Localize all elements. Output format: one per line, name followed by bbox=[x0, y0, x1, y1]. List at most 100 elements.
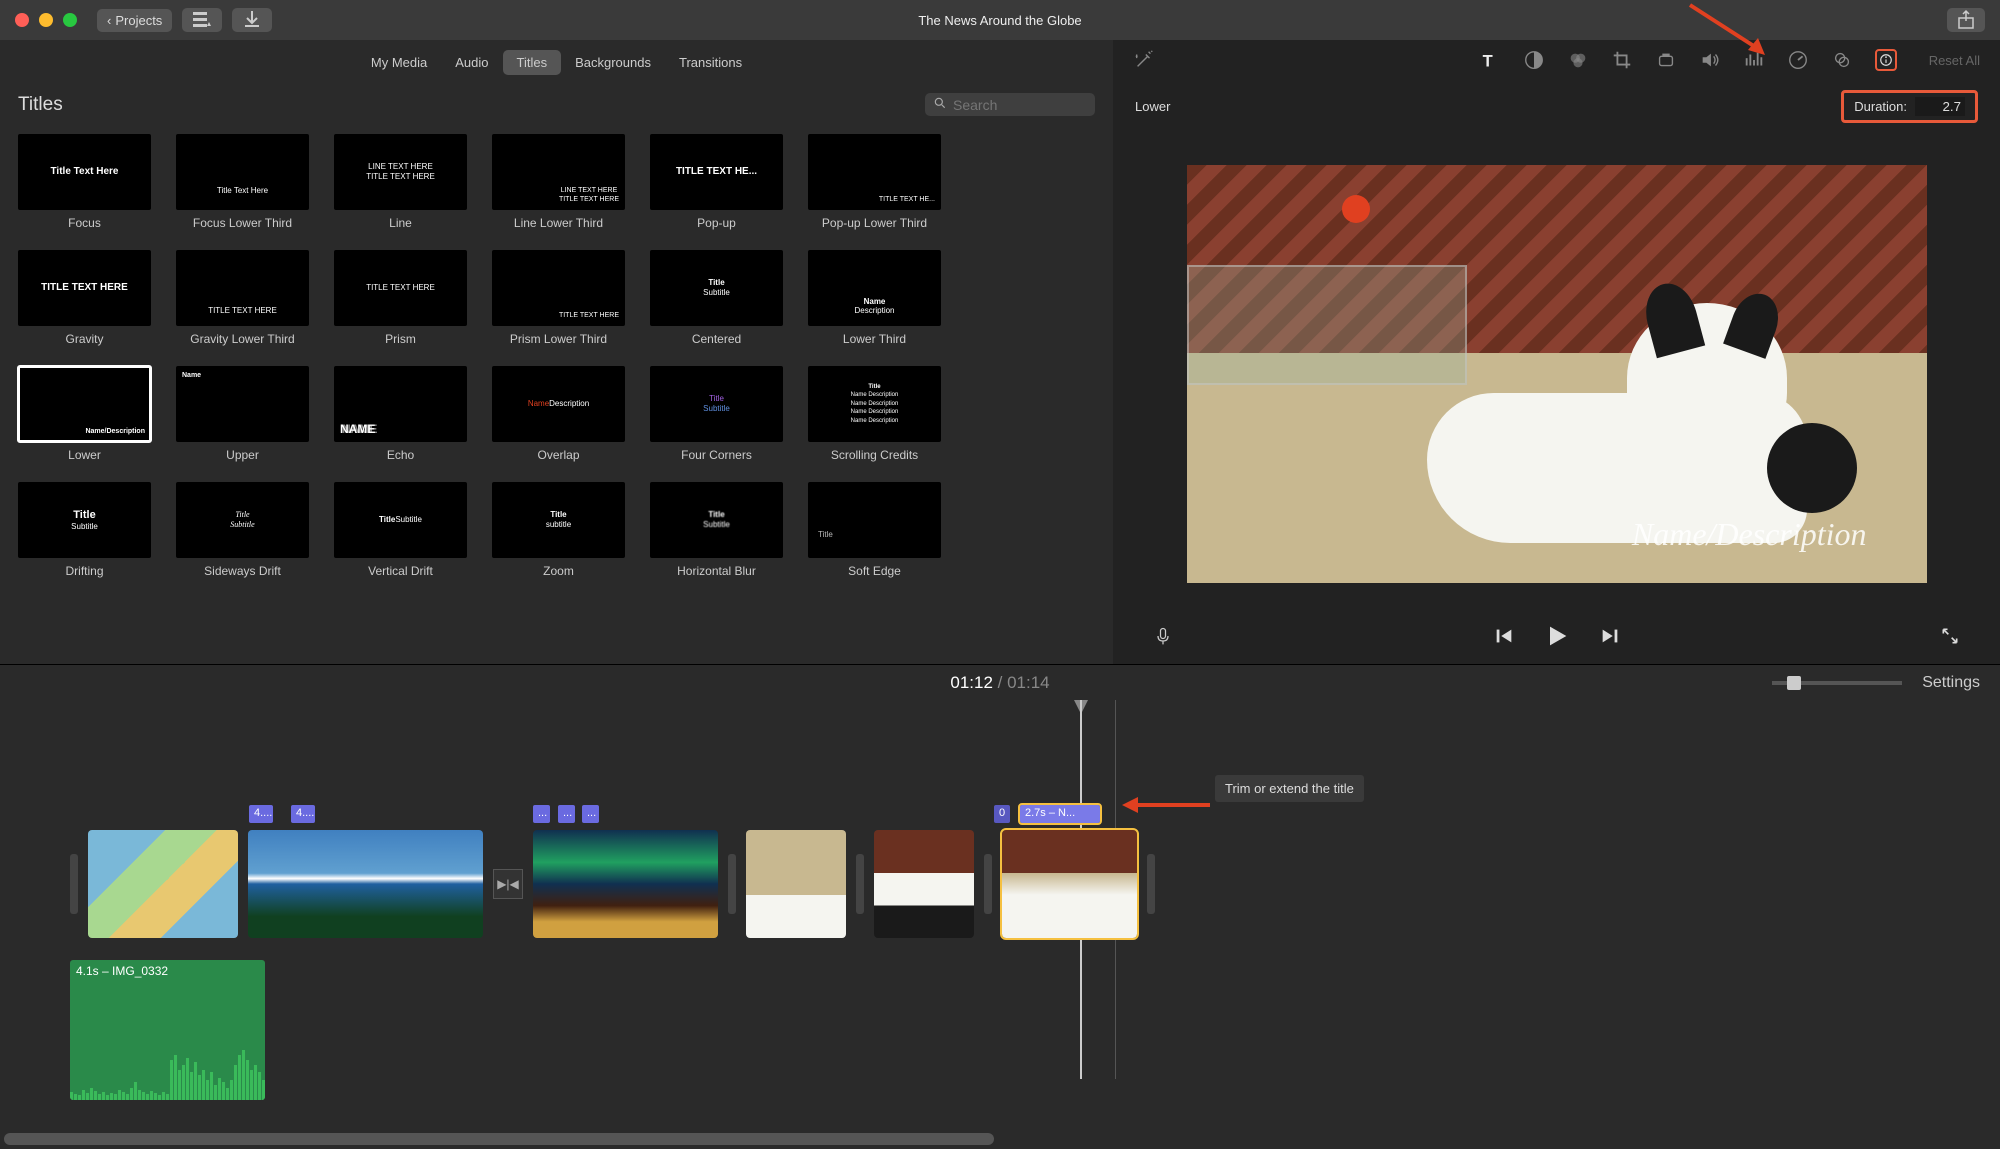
title-thumb[interactable]: TitleSubtitle bbox=[334, 482, 467, 558]
title-thumb[interactable]: TITLE TEXT HERE bbox=[492, 250, 625, 326]
title-card-pop-up[interactable]: TITLE TEXT HE...Pop-up bbox=[650, 134, 783, 230]
zoom-slider[interactable] bbox=[1772, 681, 1902, 685]
clip-dog-3-selected[interactable] bbox=[1002, 830, 1137, 938]
minimize-window-button[interactable] bbox=[39, 13, 53, 27]
timeline-settings-button[interactable]: Settings bbox=[1922, 674, 1980, 692]
text-inspector-icon[interactable]: T bbox=[1479, 49, 1501, 71]
title-clip-5[interactable]: ... bbox=[582, 805, 599, 823]
duration-input[interactable] bbox=[1915, 97, 1965, 116]
title-clip-3[interactable]: ... bbox=[533, 805, 550, 823]
clip-info-icon[interactable] bbox=[1875, 49, 1897, 71]
title-thumb[interactable]: TitleName DescriptionName DescriptionNam… bbox=[808, 366, 941, 442]
title-card-zoom[interactable]: TitlesubtitleZoom bbox=[492, 482, 625, 578]
search-box[interactable] bbox=[925, 93, 1095, 116]
title-card-overlap[interactable]: NameDescriptionOverlap bbox=[492, 366, 625, 462]
title-thumb[interactable]: Title Text Here bbox=[176, 134, 309, 210]
clip-edge[interactable] bbox=[856, 854, 864, 914]
clip-dog-1[interactable] bbox=[746, 830, 846, 938]
title-card-vertical-drift[interactable]: TitleSubtitleVertical Drift bbox=[334, 482, 467, 578]
title-card-focus[interactable]: Title Text HereFocus bbox=[18, 134, 151, 230]
title-card-focus-lower-third[interactable]: Title Text HereFocus Lower Third bbox=[176, 134, 309, 230]
clip-edge[interactable] bbox=[728, 854, 736, 914]
title-thumb[interactable]: TITLE TEXT HE... bbox=[650, 134, 783, 210]
import-button[interactable] bbox=[232, 8, 272, 32]
title-thumb[interactable]: Name/Description bbox=[18, 366, 151, 442]
title-clip-1[interactable]: 4.... bbox=[249, 805, 273, 823]
clip-filter-icon[interactable] bbox=[1831, 49, 1853, 71]
next-button[interactable] bbox=[1599, 625, 1621, 653]
horizontal-scrollbar[interactable] bbox=[4, 1133, 994, 1145]
clip-waterfall[interactable] bbox=[248, 830, 483, 938]
title-card-lower[interactable]: Name/DescriptionLower bbox=[18, 366, 151, 462]
title-card-soft-edge[interactable]: TitleSoft Edge bbox=[808, 482, 941, 578]
title-thumb[interactable]: TitleSubtitle bbox=[650, 482, 783, 558]
title-thumb[interactable]: Title bbox=[808, 482, 941, 558]
title-thumb[interactable]: TitleSubtitle bbox=[18, 482, 151, 558]
title-thumb[interactable]: LINE TEXT HERETITLE TEXT HERE bbox=[334, 134, 467, 210]
title-card-line[interactable]: LINE TEXT HERETITLE TEXT HERELine bbox=[334, 134, 467, 230]
timeline[interactable]: 4.... 4.... ... ... ... 0 2.7s – N... ▶|… bbox=[0, 700, 2000, 1149]
title-clip-6[interactable]: 0 bbox=[994, 805, 1010, 823]
title-card-prism[interactable]: TITLE TEXT HEREPrism bbox=[334, 250, 467, 346]
speed-icon[interactable] bbox=[1787, 49, 1809, 71]
title-card-gravity-lower-third[interactable]: TITLE TEXT HEREGravity Lower Third bbox=[176, 250, 309, 346]
video-viewer[interactable]: Name/Description bbox=[1113, 133, 2000, 614]
title-thumb[interactable]: Name bbox=[176, 366, 309, 442]
title-card-line-lower-third[interactable]: LINE TEXT HERETITLE TEXT HERELine Lower … bbox=[492, 134, 625, 230]
clip-dog-2[interactable] bbox=[874, 830, 974, 938]
reset-all-button[interactable]: Reset All bbox=[1929, 53, 1980, 68]
auto-enhance-icon[interactable] bbox=[1133, 49, 1155, 71]
prev-button[interactable] bbox=[1493, 625, 1515, 653]
title-thumb[interactable]: TITLE TEXT HERE bbox=[176, 250, 309, 326]
tab-titles[interactable]: Titles bbox=[503, 50, 562, 75]
title-thumb[interactable]: TitleSubtitle bbox=[650, 366, 783, 442]
tab-transitions[interactable]: Transitions bbox=[665, 50, 756, 75]
clip-edge[interactable] bbox=[1147, 854, 1155, 914]
title-card-scrolling-credits[interactable]: TitleName DescriptionName DescriptionNam… bbox=[808, 366, 941, 462]
title-card-pop-up-lower-third[interactable]: TITLE TEXT HE...Pop-up Lower Third bbox=[808, 134, 941, 230]
audio-clip[interactable]: 4.1s – IMG_0332 bbox=[70, 960, 265, 1100]
clip-edge[interactable] bbox=[70, 854, 78, 914]
title-card-sideways-drift[interactable]: TitleSubtitleSideways Drift bbox=[176, 482, 309, 578]
share-button[interactable] bbox=[1947, 8, 1985, 32]
title-thumb[interactable]: TITLE TEXT HERE bbox=[334, 250, 467, 326]
title-clip-selected[interactable]: 2.7s – N... bbox=[1020, 805, 1100, 823]
clip-edge[interactable] bbox=[984, 854, 992, 914]
title-card-horizontal-blur[interactable]: TitleSubtitleHorizontal Blur bbox=[650, 482, 783, 578]
title-clip-4[interactable]: ... bbox=[558, 805, 575, 823]
search-input[interactable] bbox=[953, 97, 1073, 113]
color-balance-icon[interactable] bbox=[1523, 49, 1545, 71]
title-card-drifting[interactable]: TitleSubtitleDrifting bbox=[18, 482, 151, 578]
maximize-window-button[interactable] bbox=[63, 13, 77, 27]
title-thumb[interactable]: NAME bbox=[334, 366, 467, 442]
title-thumb[interactable]: NameDescription bbox=[808, 250, 941, 326]
transition-icon[interactable]: ▶|◀ bbox=[493, 869, 523, 899]
title-thumb[interactable]: Title Text Here bbox=[18, 134, 151, 210]
tab-my-media[interactable]: My Media bbox=[357, 50, 441, 75]
title-thumb[interactable]: TITLE TEXT HE... bbox=[808, 134, 941, 210]
crop-icon[interactable] bbox=[1611, 49, 1633, 71]
title-thumb[interactable]: TitleSubtitle bbox=[650, 250, 783, 326]
title-thumb[interactable]: TitleSubtitle bbox=[176, 482, 309, 558]
back-to-projects-button[interactable]: ‹ Projects bbox=[97, 9, 172, 32]
title-card-gravity[interactable]: TITLE TEXT HEREGravity bbox=[18, 250, 151, 346]
play-button[interactable] bbox=[1543, 622, 1571, 656]
title-card-centered[interactable]: TitleSubtitleCentered bbox=[650, 250, 783, 346]
voiceover-button[interactable] bbox=[1153, 624, 1173, 654]
title-thumb[interactable]: NameDescription bbox=[492, 366, 625, 442]
fullscreen-button[interactable] bbox=[1940, 626, 1960, 652]
title-card-prism-lower-third[interactable]: TITLE TEXT HEREPrism Lower Third bbox=[492, 250, 625, 346]
color-correction-icon[interactable] bbox=[1567, 49, 1589, 71]
stabilization-icon[interactable] bbox=[1655, 49, 1677, 71]
title-card-upper[interactable]: NameUpper bbox=[176, 366, 309, 462]
title-card-lower-third[interactable]: NameDescriptionLower Third bbox=[808, 250, 941, 346]
clip-aurora[interactable] bbox=[533, 830, 718, 938]
title-thumb[interactable]: LINE TEXT HERETITLE TEXT HERE bbox=[492, 134, 625, 210]
close-window-button[interactable] bbox=[15, 13, 29, 27]
tab-backgrounds[interactable]: Backgrounds bbox=[561, 50, 665, 75]
title-thumb[interactable]: TITLE TEXT HERE bbox=[18, 250, 151, 326]
zoom-thumb[interactable] bbox=[1787, 676, 1801, 690]
title-card-echo[interactable]: NAMEEcho bbox=[334, 366, 467, 462]
tab-audio[interactable]: Audio bbox=[441, 50, 502, 75]
library-list-button[interactable] bbox=[182, 8, 222, 32]
